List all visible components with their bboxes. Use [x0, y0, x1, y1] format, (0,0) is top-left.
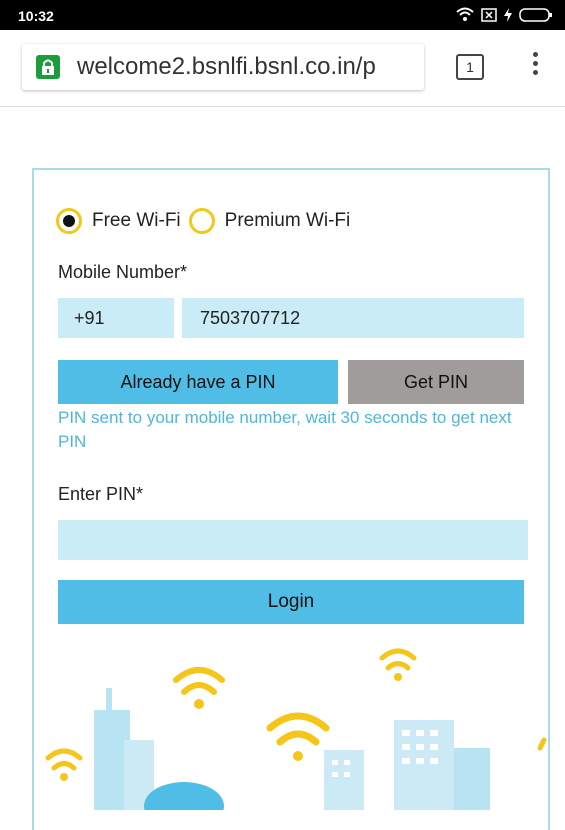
- address-bar[interactable]: welcome2.bsnlfi.bsnl.co.in/p: [22, 44, 424, 90]
- enter-pin-label: Enter PIN*: [58, 484, 144, 504]
- status-time: 10:32: [18, 8, 54, 24]
- country-code-field[interactable]: +91: [58, 298, 174, 338]
- login-button[interactable]: Login: [58, 580, 524, 624]
- url-text[interactable]: welcome2.bsnlfi.bsnl.co.in/p: [77, 53, 376, 81]
- browser-toolbar: welcome2.bsnlfi.bsnl.co.in/p 1: [0, 30, 565, 107]
- free-wifi-label[interactable]: Free Wi-Fi: [92, 210, 181, 232]
- city-wifi-illustration: [45, 648, 547, 810]
- premium-wifi-radio[interactable]: [188, 208, 215, 234]
- login-card: Free Wi-Fi Premium Wi-Fi Mobile Number* …: [32, 168, 550, 830]
- already-have-pin-button[interactable]: Already have a PIN: [58, 360, 338, 404]
- pin-sent-message: PIN sent to your mobile number, wait 30 …: [58, 408, 512, 451]
- charging-icon: [504, 8, 512, 22]
- mobile-number-field[interactable]: 7503707712: [182, 298, 524, 338]
- get-pin-button[interactable]: Get PIN: [348, 360, 524, 404]
- status-icons: [455, 7, 553, 23]
- plan-selector: Free Wi-Fi Premium Wi-Fi: [56, 204, 350, 238]
- wifi-signal-icon: [456, 7, 474, 21]
- free-wifi-radio[interactable]: [56, 208, 82, 234]
- lock-icon[interactable]: [36, 55, 60, 79]
- battery-icon: [519, 8, 552, 22]
- premium-wifi-label[interactable]: Premium Wi-Fi: [225, 210, 351, 232]
- radio-selected-dot: [63, 215, 75, 227]
- overflow-menu-icon[interactable]: [530, 52, 540, 82]
- tab-switcher-button[interactable]: 1: [456, 54, 484, 80]
- mobile-number-label: Mobile Number*: [58, 262, 188, 282]
- sim-icon: [481, 8, 497, 22]
- status-bar: 10:32: [0, 0, 565, 30]
- pin-input[interactable]: [58, 520, 528, 560]
